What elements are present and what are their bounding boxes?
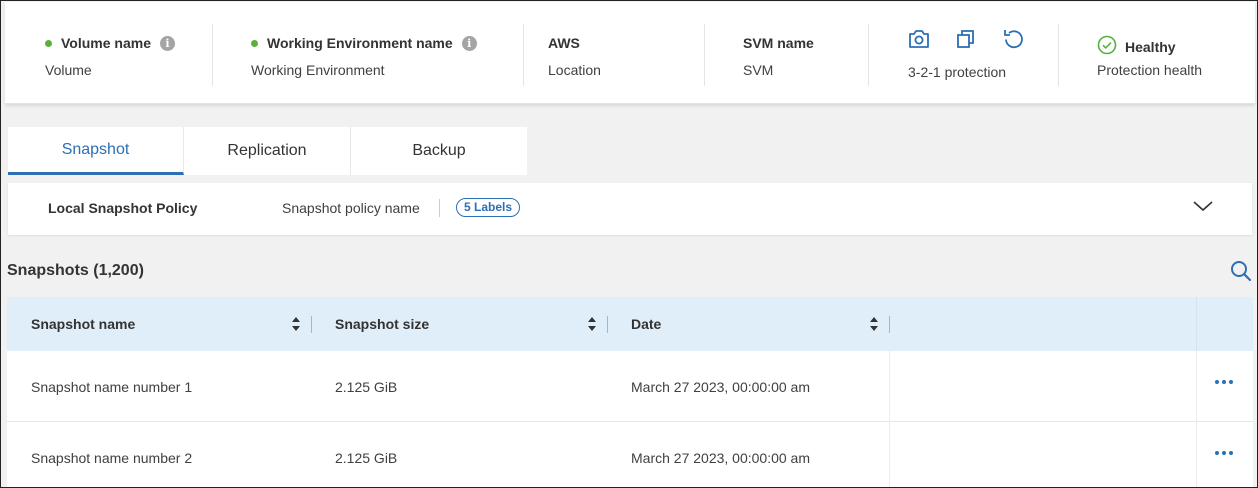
snapshot-name-cell: Snapshot name number 1 (31, 378, 193, 395)
divider (704, 24, 705, 86)
divider (439, 199, 440, 217)
copy-icon[interactable] (955, 28, 977, 50)
policy-label: Local Snapshot Policy (48, 200, 198, 216)
chevron-down-icon[interactable] (1192, 199, 1214, 218)
snapshot-date-cell: March 27 2023, 00:00:00 am (631, 378, 811, 395)
info-icon[interactable]: i (461, 35, 477, 51)
volume-value: Volume (45, 62, 92, 78)
divider (889, 422, 890, 487)
column-header-date[interactable]: Date (631, 297, 661, 351)
sort-icon[interactable] (291, 316, 301, 337)
column-resize-handle[interactable] (311, 316, 312, 333)
volume-name-label: Volume name (61, 35, 151, 51)
snapshot-date-cell: March 27 2023, 00:00:00 am (631, 449, 811, 466)
table-row[interactable]: Snapshot name number 2 2.125 GiB March 2… (7, 422, 1253, 487)
search-icon[interactable] (1229, 259, 1253, 288)
restore-icon[interactable] (1002, 28, 1026, 50)
snapshots-table: Snapshot name Snapshot size Date Snapsho… (7, 297, 1253, 487)
sort-icon[interactable] (869, 316, 879, 337)
table-row[interactable]: Snapshot name number 1 2.125 GiB March 2… (7, 351, 1253, 422)
tab-bar: Snapshot Replication Backup (8, 127, 527, 175)
policy-name: Snapshot policy name (282, 200, 420, 216)
divider (1196, 422, 1197, 487)
page-frame: Volume name i Volume Working Environment … (0, 0, 1258, 488)
protection-icons (905, 28, 1026, 50)
divider (212, 24, 213, 86)
provider-label: AWS (548, 35, 580, 51)
working-environment-label: Working Environment name (267, 35, 453, 51)
svm-name-label: SVM name (743, 35, 814, 51)
column-header-snapshot-name[interactable]: Snapshot name (31, 297, 135, 351)
labels-badge[interactable]: 5 Labels (456, 198, 521, 217)
divider (889, 351, 890, 422)
divider (523, 24, 524, 86)
health-label: Protection health (1097, 62, 1203, 78)
column-resize-handle[interactable] (607, 316, 608, 333)
volume-summary-bar: Volume name i Volume Working Environment … (5, 2, 1255, 104)
column-resize-handle[interactable] (889, 316, 890, 333)
status-dot (45, 39, 52, 47)
status-dot (251, 39, 258, 47)
table-header: Snapshot name Snapshot size Date (7, 297, 1253, 351)
location-value: Location (548, 62, 601, 78)
snapshot-size-cell: 2.125 GiB (335, 378, 398, 395)
divider (1196, 297, 1197, 351)
divider (1196, 351, 1197, 422)
health-status: Healthy (1125, 38, 1176, 55)
protection-value: 3-2-1 protection (908, 64, 1007, 80)
divider (1058, 24, 1059, 86)
more-actions-icon[interactable] (1215, 380, 1233, 384)
tab-snapshot[interactable]: Snapshot (8, 127, 184, 175)
snapshot-policy-panel: Local Snapshot Policy Snapshot policy na… (8, 183, 1252, 235)
camera-icon[interactable] (907, 28, 931, 50)
sort-icon[interactable] (587, 316, 597, 337)
info-icon[interactable]: i (160, 35, 175, 51)
check-circle-icon (1097, 35, 1117, 58)
snapshots-title: Snapshots (1,200) (7, 262, 144, 279)
snapshot-name-cell: Snapshot name number 2 (31, 449, 193, 466)
svm-value: SVM (743, 62, 774, 78)
tab-replication[interactable]: Replication (184, 127, 351, 175)
more-actions-icon[interactable] (1215, 451, 1233, 455)
tab-backup[interactable]: Backup (351, 127, 527, 175)
snapshot-size-cell: 2.125 GiB (335, 449, 398, 466)
column-header-snapshot-size[interactable]: Snapshot size (335, 297, 429, 351)
working-environment-value: Working Environment (251, 62, 385, 78)
divider (868, 24, 869, 86)
